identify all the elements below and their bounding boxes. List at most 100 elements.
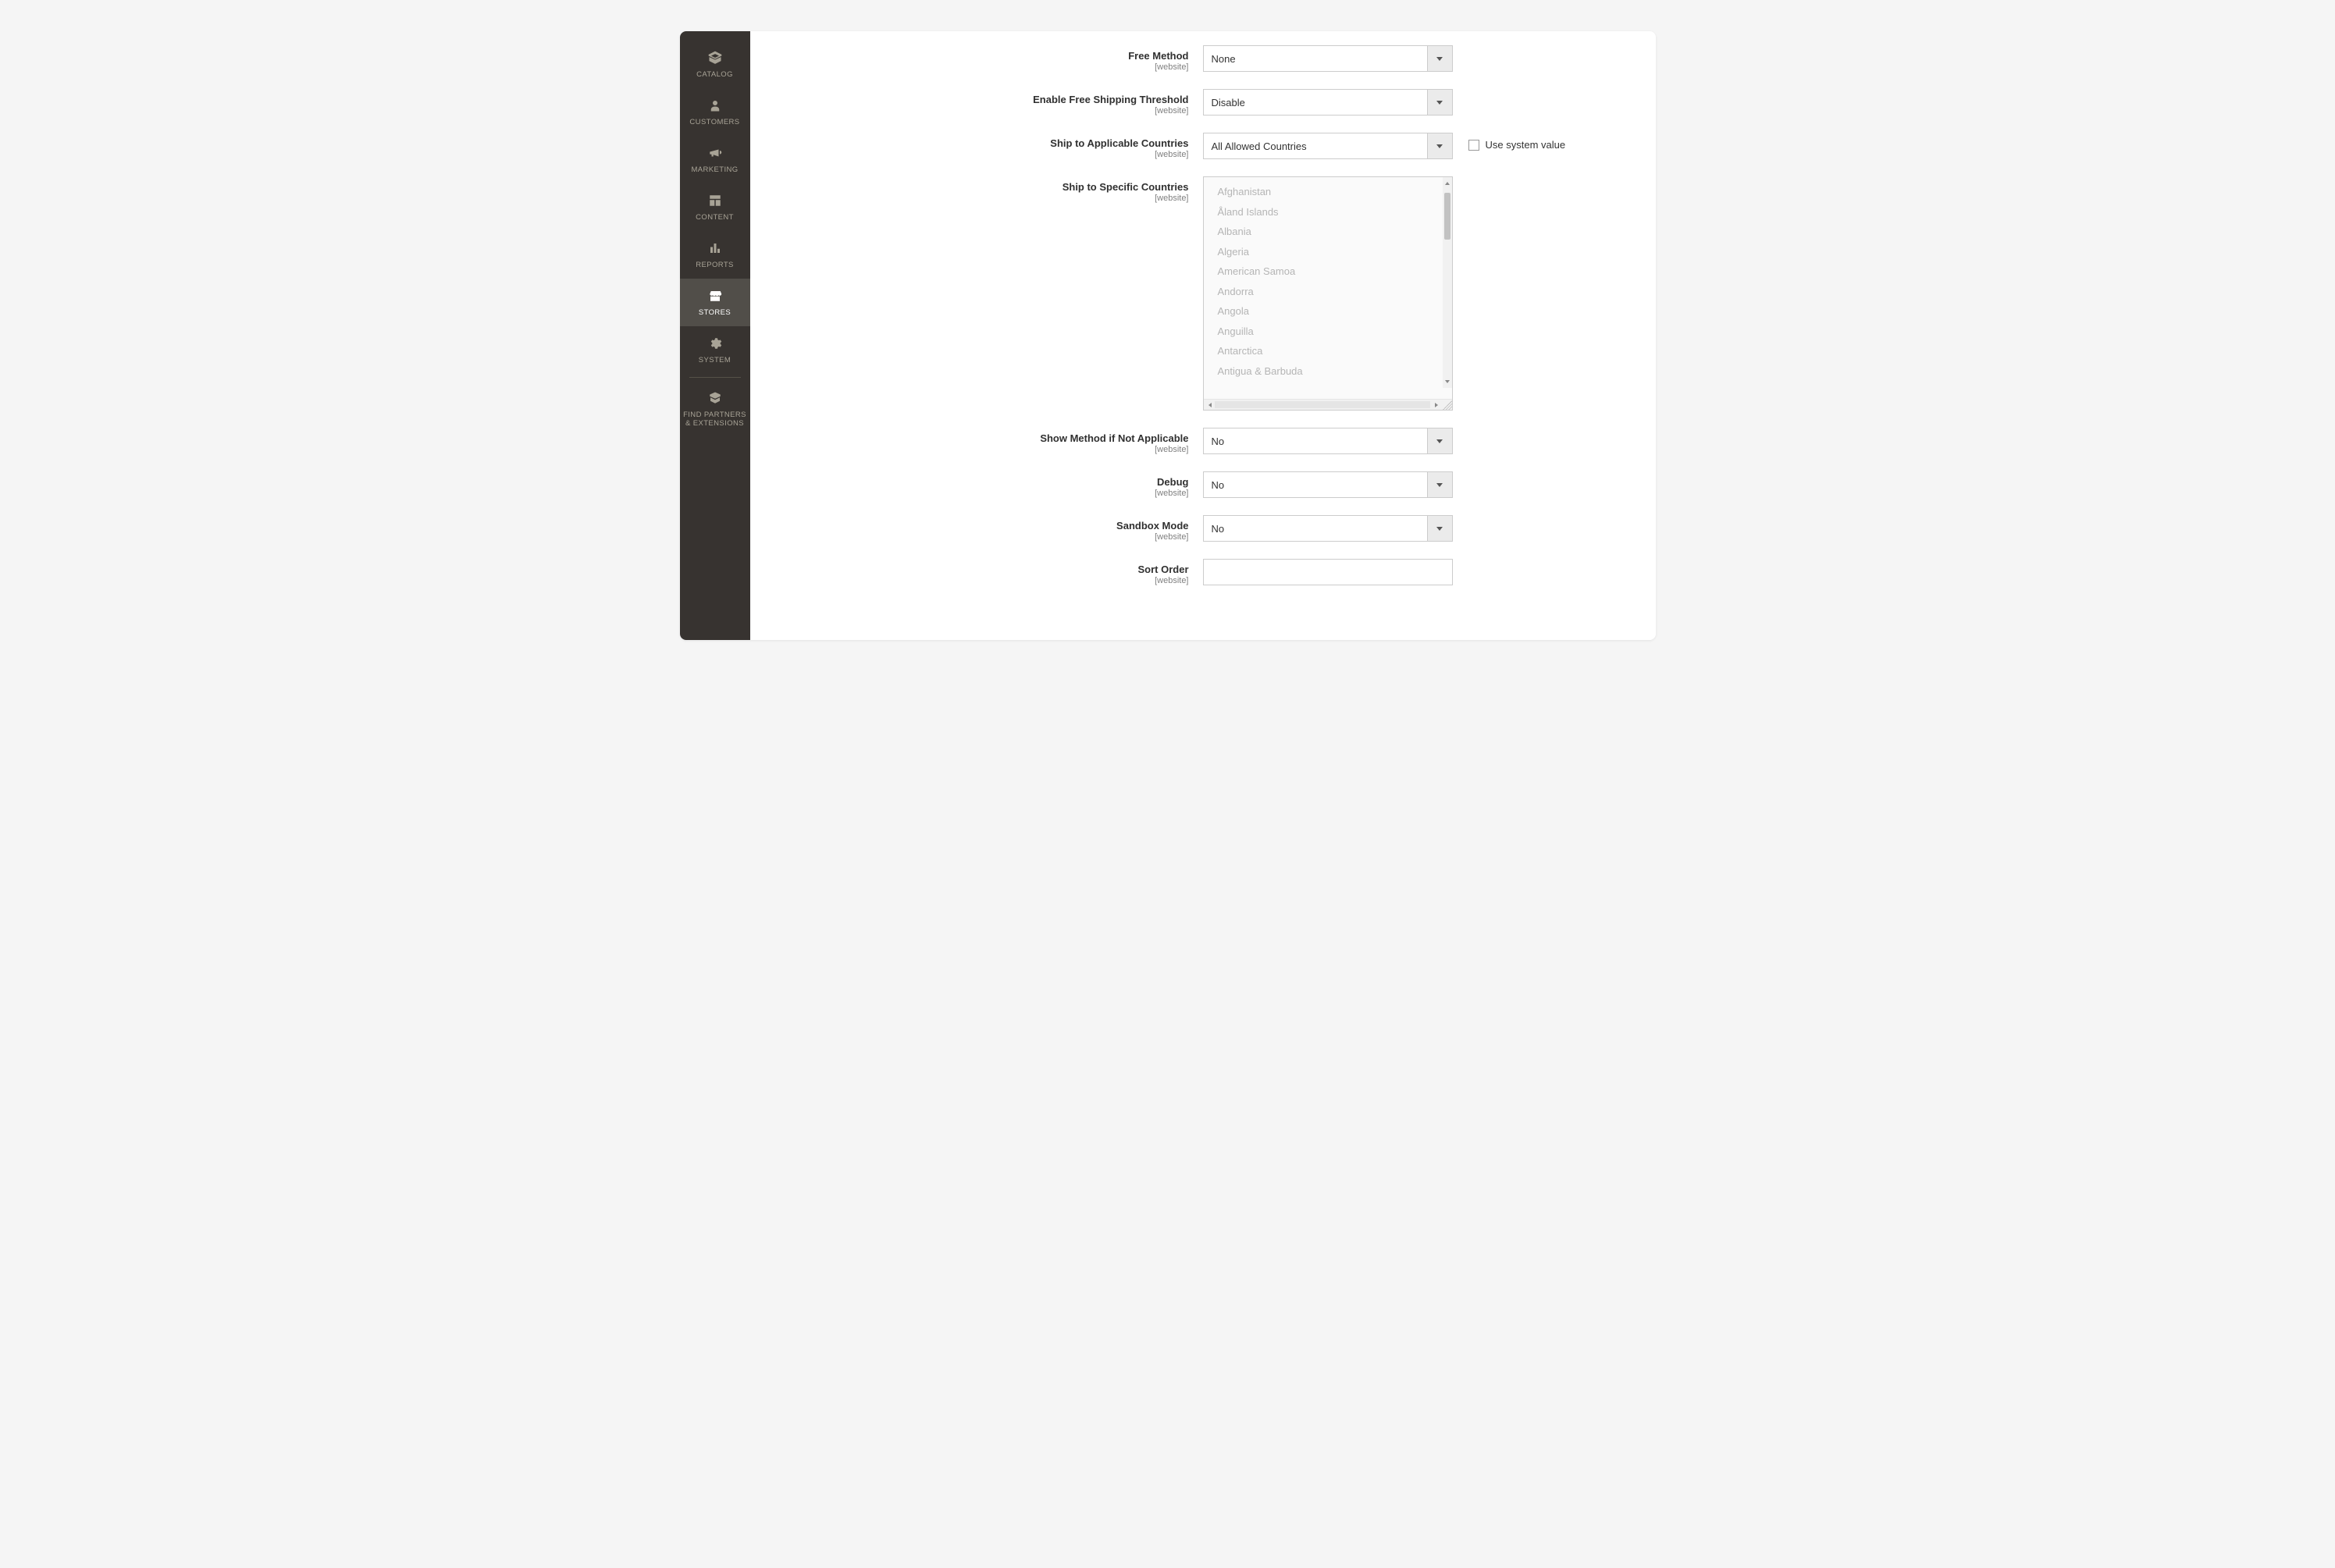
scroll-right-icon[interactable] xyxy=(1432,400,1441,410)
scope-label: [website] xyxy=(781,106,1189,116)
admin-panel: CATALOG CUSTOMERS MARKETING CONTENT REPO… xyxy=(680,31,1656,640)
sidebar-label: FIND PARTNERS xyxy=(683,411,747,419)
sidebar-label: MARKETING xyxy=(691,165,738,174)
row-ship-applicable: Ship to Applicable Countries [website] A… xyxy=(781,133,1625,159)
row-sandbox: Sandbox Mode [website] No xyxy=(781,515,1625,542)
sidebar-label: SYSTEM xyxy=(699,356,731,364)
row-free-method: Free Method [website] None xyxy=(781,45,1625,72)
sidebar-label: REPORTS xyxy=(696,261,734,269)
country-option[interactable]: Anguilla xyxy=(1204,322,1452,342)
field-label: Sandbox Mode xyxy=(1116,520,1188,532)
sort-order-input[interactable] xyxy=(1203,559,1453,585)
scope-label: [website] xyxy=(781,150,1189,159)
select-value: All Allowed Countries xyxy=(1204,133,1427,158)
row-show-method-na: Show Method if Not Applicable [website] … xyxy=(781,428,1625,454)
sidebar-item-catalog[interactable]: CATALOG xyxy=(680,41,750,88)
row-ship-specific: Ship to Specific Countries [website] Afg… xyxy=(781,176,1625,411)
layout-icon xyxy=(683,191,747,210)
select-value: None xyxy=(1204,46,1427,71)
scope-label: [website] xyxy=(781,576,1189,585)
sidebar-label: CUSTOMERS xyxy=(689,118,739,126)
chevron-down-icon xyxy=(1427,428,1452,453)
country-option[interactable]: Antigua & Barbuda xyxy=(1204,361,1452,382)
row-sort-order: Sort Order [website] xyxy=(781,559,1625,585)
country-option[interactable]: Albania xyxy=(1204,222,1452,242)
scroll-up-icon[interactable] xyxy=(1443,179,1452,188)
debug-select[interactable]: No xyxy=(1203,471,1453,498)
sidebar-item-content[interactable]: CONTENT xyxy=(680,183,750,231)
sidebar-label: CATALOG xyxy=(696,70,733,79)
free-method-select[interactable]: None xyxy=(1203,45,1453,72)
config-form: Free Method [website] None Enable Free S… xyxy=(750,31,1656,640)
horizontal-scrollbar[interactable] xyxy=(1204,399,1452,410)
sidebar-item-marketing[interactable]: MARKETING xyxy=(680,136,750,183)
country-option[interactable]: Afghanistan xyxy=(1204,182,1452,202)
field-label: Debug xyxy=(1157,476,1188,488)
ship-applicable-select[interactable]: All Allowed Countries xyxy=(1203,133,1453,159)
vertical-scrollbar[interactable] xyxy=(1443,177,1452,388)
use-system-value-wrap: Use system value xyxy=(1453,133,1566,151)
scope-label: [website] xyxy=(781,532,1189,542)
field-label: Free Method xyxy=(1128,50,1188,62)
megaphone-icon xyxy=(683,144,747,162)
enable-free-threshold-select[interactable]: Disable xyxy=(1203,89,1453,116)
multiselect-list: Afghanistan Åland Islands Albania Algeri… xyxy=(1204,177,1452,399)
sidebar-item-reports[interactable]: REPORTS xyxy=(680,231,750,279)
sidebar-item-partners[interactable]: FIND PARTNERS & EXTENSIONS xyxy=(680,381,750,438)
country-option[interactable]: Angola xyxy=(1204,301,1452,322)
sidebar-item-stores[interactable]: STORES xyxy=(680,279,750,326)
resize-handle-icon[interactable] xyxy=(1443,400,1452,410)
select-value: Disable xyxy=(1204,90,1427,115)
select-value: No xyxy=(1204,516,1427,541)
box-icon xyxy=(683,48,747,67)
bar-chart-icon xyxy=(683,239,747,258)
person-icon xyxy=(683,96,747,115)
country-option[interactable]: Antarctica xyxy=(1204,341,1452,361)
admin-sidebar: CATALOG CUSTOMERS MARKETING CONTENT REPO… xyxy=(680,31,750,640)
sandbox-select[interactable]: No xyxy=(1203,515,1453,542)
store-icon xyxy=(683,286,747,305)
scope-label: [website] xyxy=(781,194,1189,203)
label-col: Show Method if Not Applicable [website] xyxy=(781,428,1203,454)
field-label: Enable Free Shipping Threshold xyxy=(1033,94,1188,105)
sidebar-label: STORES xyxy=(699,308,731,317)
scroll-thumb[interactable] xyxy=(1444,193,1450,240)
country-option[interactable]: Algeria xyxy=(1204,242,1452,262)
gear-icon xyxy=(683,334,747,353)
select-value: No xyxy=(1204,428,1427,453)
use-system-value-label: Use system value xyxy=(1486,139,1566,151)
label-col: Free Method [website] xyxy=(781,45,1203,72)
puzzle-icon xyxy=(683,389,747,407)
row-debug: Debug [website] No xyxy=(781,471,1625,498)
scope-label: [website] xyxy=(781,62,1189,72)
label-col: Ship to Specific Countries [website] xyxy=(781,176,1203,203)
field-label: Sort Order xyxy=(1137,564,1188,575)
chevron-down-icon xyxy=(1427,90,1452,115)
ship-specific-multiselect[interactable]: Afghanistan Åland Islands Albania Algeri… xyxy=(1203,176,1453,411)
label-col: Ship to Applicable Countries [website] xyxy=(781,133,1203,159)
scope-label: [website] xyxy=(781,489,1189,498)
chevron-down-icon xyxy=(1427,472,1452,497)
country-option[interactable]: Åland Islands xyxy=(1204,202,1452,222)
show-method-na-select[interactable]: No xyxy=(1203,428,1453,454)
scroll-down-icon[interactable] xyxy=(1443,377,1452,386)
label-col: Sort Order [website] xyxy=(781,559,1203,585)
field-label: Ship to Specific Countries xyxy=(1062,181,1189,193)
use-system-value-checkbox[interactable] xyxy=(1468,140,1479,151)
label-col: Sandbox Mode [website] xyxy=(781,515,1203,542)
label-col: Enable Free Shipping Threshold [website] xyxy=(781,89,1203,116)
chevron-down-icon xyxy=(1427,516,1452,541)
sidebar-item-system[interactable]: SYSTEM xyxy=(680,326,750,374)
chevron-down-icon xyxy=(1427,133,1452,158)
country-option[interactable]: American Samoa xyxy=(1204,261,1452,282)
field-label: Ship to Applicable Countries xyxy=(1050,137,1188,149)
sidebar-item-customers[interactable]: CUSTOMERS xyxy=(680,88,750,136)
field-label: Show Method if Not Applicable xyxy=(1040,432,1188,444)
country-option[interactable]: Andorra xyxy=(1204,282,1452,302)
scroll-track[interactable] xyxy=(1215,401,1430,408)
select-value: No xyxy=(1204,472,1427,497)
chevron-down-icon xyxy=(1427,46,1452,71)
scroll-left-icon[interactable] xyxy=(1205,400,1215,410)
sidebar-label-line2: & EXTENSIONS xyxy=(683,419,747,428)
sidebar-separator xyxy=(689,377,741,378)
